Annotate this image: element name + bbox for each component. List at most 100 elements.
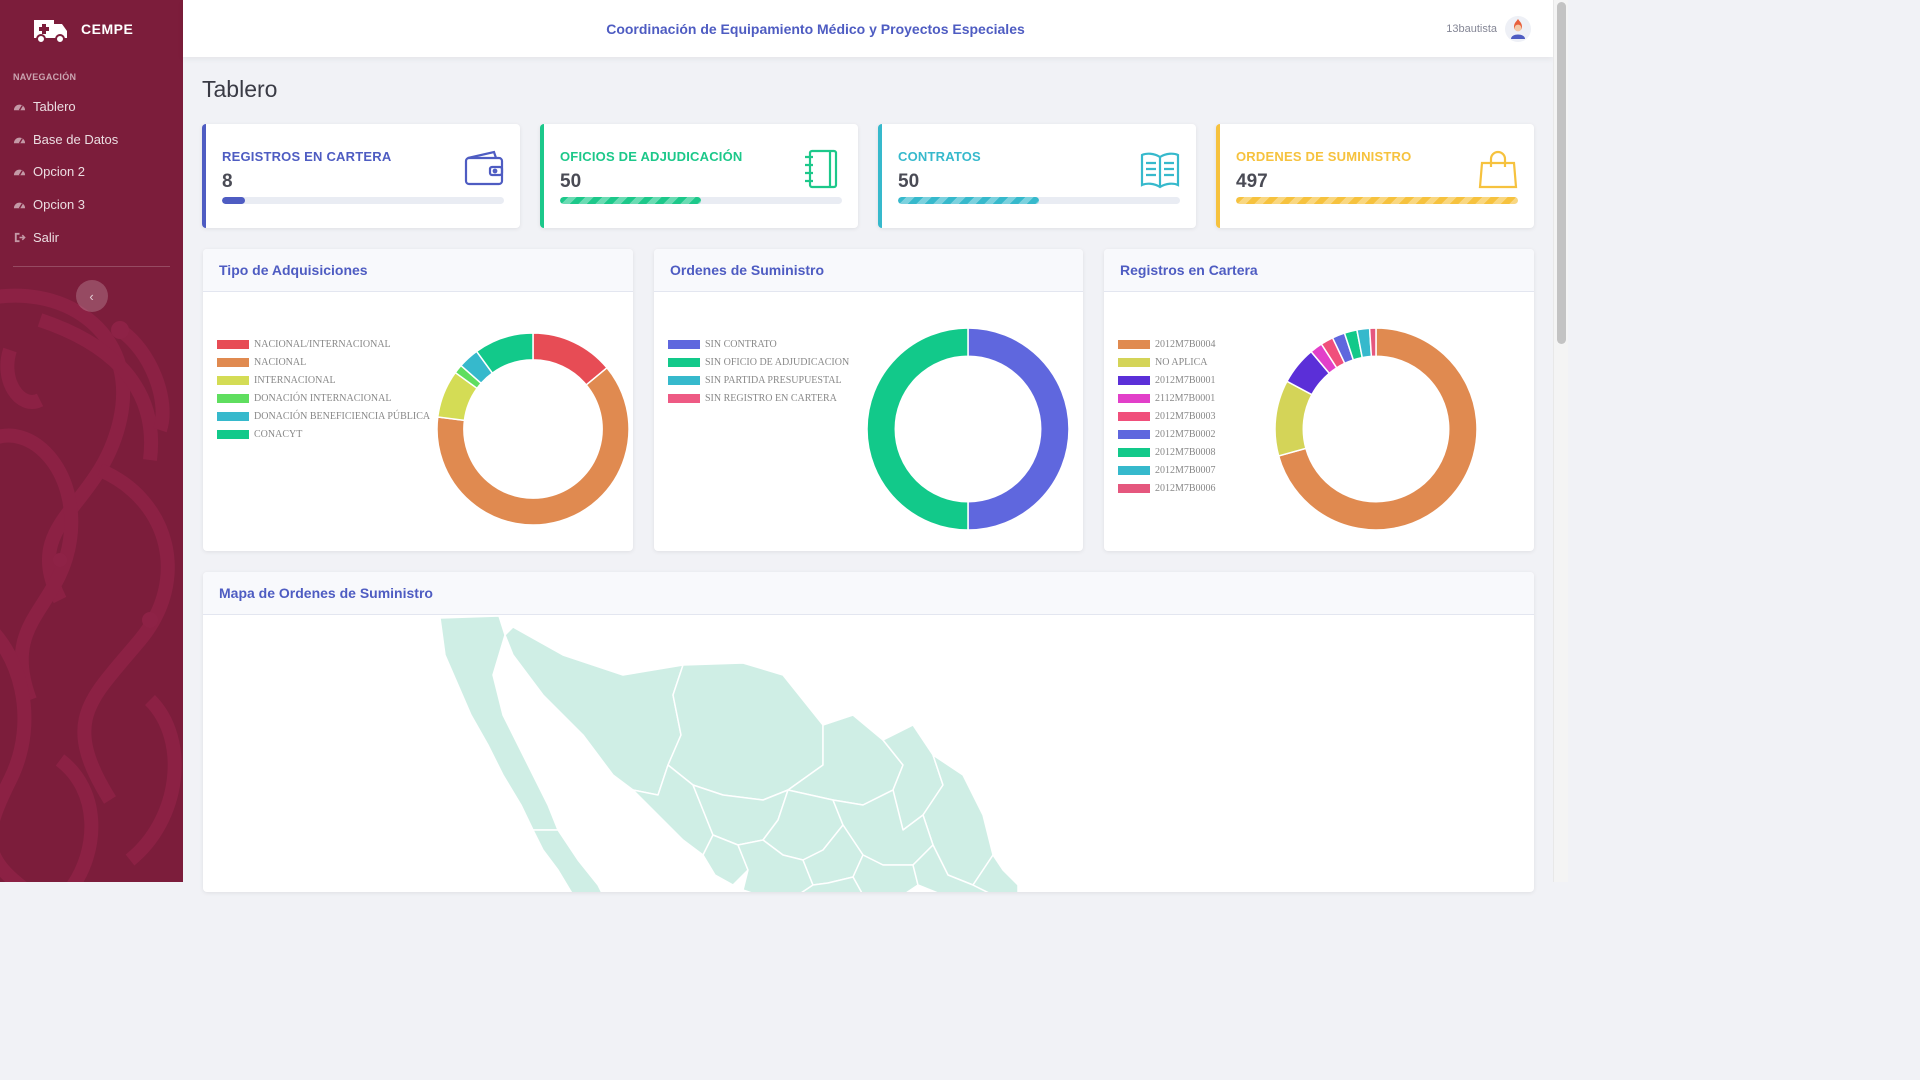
donut-slice[interactable] (1368, 327, 1377, 358)
stat-value: 50 (898, 171, 920, 192)
progress-fill (898, 197, 1039, 204)
legend-item[interactable]: 2012M7B0004 (1118, 335, 1216, 353)
stat-value: 497 (1236, 171, 1268, 192)
legend-item[interactable]: SIN OFICIO DE ADJUDICACION (668, 353, 849, 371)
legend-item[interactable]: DONACIÓN BENEFICIENCIA PÚBLICA (217, 407, 430, 425)
legend-item[interactable]: CONACYT (217, 425, 430, 443)
legend-item[interactable]: 2012M7B0003 (1118, 407, 1216, 425)
progress-bar (1236, 197, 1518, 204)
legend-swatch (1118, 483, 1150, 493)
notebook-icon (805, 149, 838, 189)
stat-label: OFICIOS DE ADJUDICACIÓN (560, 149, 743, 164)
dashboard-icon (13, 137, 26, 144)
map-state-baja-california-sur (532, 829, 603, 892)
map-panel: Mapa de Ordenes de Suministro (203, 572, 1534, 892)
stat-value: 8 (222, 171, 233, 192)
chart-panel-ordenes-suministro: Ordenes de Suministro SIN CONTRATO SIN OF… (654, 249, 1083, 551)
legend-label: SIN CONTRATO (705, 338, 777, 350)
legend-item[interactable]: 2012M7B0007 (1118, 461, 1216, 479)
legend-label: 2012M7B0008 (1155, 446, 1216, 458)
stat-label: CONTRATOS (898, 149, 981, 164)
legend-item[interactable]: SIN REGISTRO EN CARTERA (668, 389, 849, 407)
legend-label: 2012M7B0004 (1155, 338, 1216, 350)
sidebar-item-label: Opcion 2 (33, 164, 86, 180)
scrollbar-thumb[interactable] (1557, 2, 1566, 344)
legend-swatch (1118, 339, 1150, 349)
legend-label: DONACIÓN BENEFICIENCIA PÚBLICA (254, 410, 431, 422)
dashboard-icon (13, 169, 26, 176)
sidebar-item-base-de-datos[interactable]: Base de Datos (0, 123, 183, 156)
user-name: 13bautista (1446, 22, 1497, 35)
legend-swatch (217, 375, 249, 385)
legend-item[interactable]: NACIONAL (217, 353, 430, 371)
legend-item[interactable]: 2012M7B0006 (1118, 479, 1216, 497)
legend-item[interactable]: DONACIÓN INTERNACIONAL (217, 389, 430, 407)
legend-label: NO APLICA (1155, 356, 1208, 368)
legend-label: 2112M7B0001 (1155, 392, 1216, 404)
legend-swatch (217, 393, 249, 403)
legend-swatch (1118, 357, 1150, 367)
legend-item[interactable]: 2012M7B0008 (1118, 443, 1216, 461)
progress-bar (560, 197, 842, 204)
legend-item[interactable]: NO APLICA (1118, 353, 1216, 371)
panel-title: Ordenes de Suministro (654, 249, 1083, 292)
legend-swatch (217, 339, 249, 349)
user-menu[interactable]: 13bautista (1446, 15, 1531, 42)
legend-label: 2012M7B0003 (1155, 410, 1216, 422)
legend-swatch (217, 411, 249, 421)
avatar[interactable] (1505, 15, 1531, 42)
stat-label: REGISTROS EN CARTERA (222, 149, 392, 164)
progress-fill (1236, 197, 1518, 204)
donut-slice[interactable] (967, 327, 1070, 531)
legend-swatch (1118, 411, 1150, 421)
map-state-sonora (504, 626, 684, 796)
legend-swatch (1118, 465, 1150, 475)
stat-label: ORDENES DE SUMINISTRO (1236, 149, 1412, 164)
legend-label: INTERNACIONAL (254, 374, 336, 386)
legend-label: 2012M7B0007 (1155, 464, 1216, 476)
page-scrollbar[interactable] (1553, 0, 1568, 882)
panel-title: Mapa de Ordenes de Suministro (203, 572, 1534, 615)
brand[interactable]: CEMPE (0, 0, 183, 57)
progress-bar (222, 197, 504, 204)
sidebar-item-opcion-3[interactable]: Opcion 3 (0, 188, 183, 221)
sidebar-toggle-button[interactable]: ‹ (75, 280, 108, 313)
legend-swatch (668, 357, 700, 367)
legend-label: CONACYT (254, 428, 303, 440)
legend-label: SIN OFICIO DE ADJUDICACION (705, 356, 850, 368)
sidebar-item-label: Tablero (33, 98, 76, 114)
legend-swatch (668, 375, 700, 385)
stat-card-registros: REGISTROS EN CARTERA 8 (202, 124, 520, 228)
legend-label: SIN REGISTRO EN CARTERA (705, 392, 837, 404)
donut-slice[interactable] (866, 327, 969, 531)
chevron-left-icon: ‹ (89, 288, 94, 304)
donut-chart (866, 327, 1070, 531)
sidebar-item-tablero[interactable]: Tablero (0, 90, 183, 123)
legend-item[interactable]: INTERNACIONAL (217, 371, 430, 389)
legend-item[interactable]: NACIONAL/INTERNACIONAL (217, 335, 430, 353)
donut-chart (436, 332, 630, 526)
sidebar-item-opcion-2[interactable]: Opcion 2 (0, 155, 183, 188)
legend-swatch (1118, 429, 1150, 439)
legend-swatch (1118, 393, 1150, 403)
legend-item[interactable]: SIN PARTIDA PRESUPUESTAL (668, 371, 849, 389)
chart-legend: NACIONAL/INTERNACIONAL NACIONAL INTERNACIO… (217, 335, 430, 443)
legend-label: DONACIÓN INTERNACIONAL (254, 392, 392, 404)
page-title: Tablero (202, 76, 278, 102)
legend-label: SIN PARTIDA PRESUPUESTAL (705, 374, 842, 386)
legend-item[interactable]: 2012M7B0002 (1118, 425, 1216, 443)
nav-heading: NAVEGACIÓN (13, 72, 77, 82)
legend-label: 2012M7B0006 (1155, 482, 1216, 494)
sidebar-item-salir[interactable]: Salir (0, 221, 183, 254)
panel-title: Registros en Cartera (1104, 249, 1534, 292)
wallet-icon (464, 150, 504, 186)
app-title: Coordinación de Equipamiento Médico y Pr… (606, 20, 1025, 37)
dashboard-icon (13, 104, 26, 111)
stat-card-ordenes: ORDENES DE SUMINISTRO 497 (1216, 124, 1534, 228)
legend-item[interactable]: 2012M7B0001 (1118, 371, 1216, 389)
legend-item[interactable]: SIN CONTRATO (668, 335, 849, 353)
sidebar-item-label: Opcion 3 (33, 196, 86, 212)
legend-item[interactable]: 2112M7B0001 (1118, 389, 1216, 407)
mexico-map[interactable] (203, 615, 1534, 892)
progress-fill (222, 197, 245, 204)
